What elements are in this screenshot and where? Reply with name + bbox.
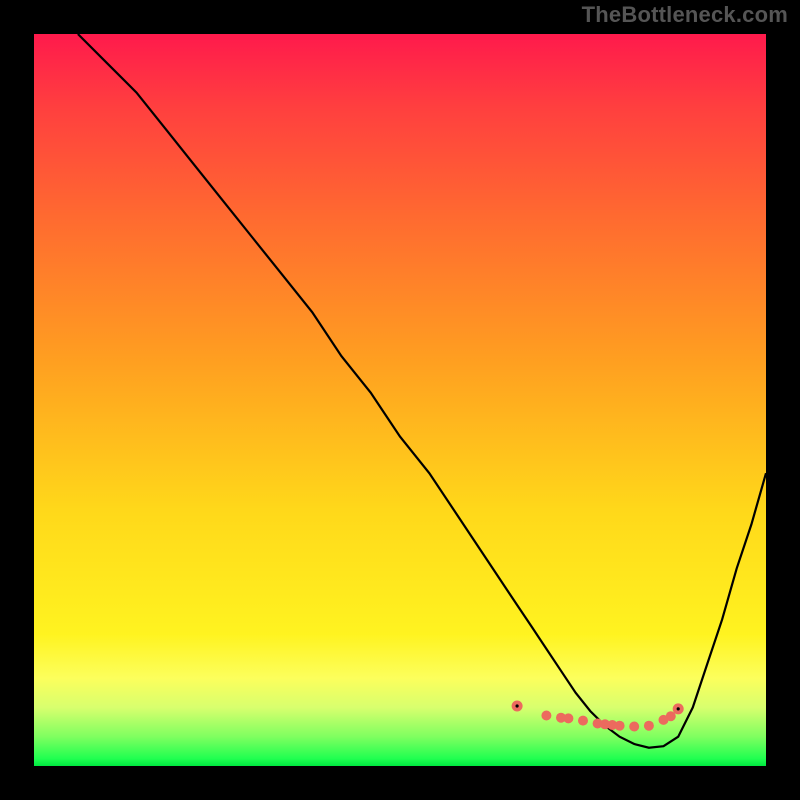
endpoint-dot (677, 707, 680, 710)
optimal-dot (644, 721, 654, 731)
optimal-dot (615, 721, 625, 731)
optimal-dot (541, 711, 551, 721)
optimal-dot (563, 713, 573, 723)
endpoint-dot (516, 704, 519, 707)
optimal-zone-dots (512, 701, 684, 732)
chart-frame: TheBottleneck.com (0, 0, 800, 800)
attribution-text: TheBottleneck.com (582, 2, 788, 28)
bottleneck-curve (78, 34, 766, 748)
optimal-dot (578, 716, 588, 726)
curve-layer (34, 34, 766, 766)
optimal-dot (629, 722, 639, 732)
plot-area (34, 34, 766, 766)
